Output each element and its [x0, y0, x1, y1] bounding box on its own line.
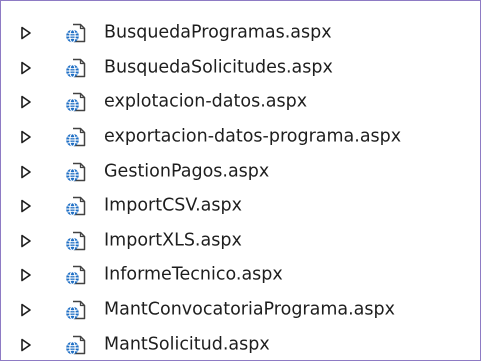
tree-item-label: GestionPagos.aspx — [104, 161, 270, 182]
tree-item-mantsolicitud-aspx[interactable]: MantSolicitud.aspx — [1, 327, 480, 360]
tree-item-label: BusquedaProgramas.aspx — [104, 22, 332, 43]
solution-explorer-panel: BusquedaProgramas.aspx BusquedaSolicitud… — [0, 0, 481, 361]
tree-item-label: ImportXLS.aspx — [104, 230, 242, 251]
tree-item-label: InformeTecnico.aspx — [104, 265, 283, 286]
expand-arrow-icon[interactable] — [20, 199, 32, 213]
tree-item-label: MantSolicitud.aspx — [104, 334, 270, 355]
tree-item-importxls-aspx[interactable]: ImportXLS.aspx — [1, 224, 480, 259]
tree-item-mantconvocatoriaprograma-aspx[interactable]: MantConvocatoriaPrograma.aspx — [1, 293, 480, 328]
tree-item-label: MantConvocatoriaPrograma.aspx — [104, 299, 395, 320]
aspx-web-form-icon — [66, 197, 86, 217]
expand-arrow-icon[interactable] — [20, 95, 32, 109]
tree-item-label: BusquedaSolicitudes.aspx — [104, 57, 333, 78]
tree-item-label: ImportCSV.aspx — [104, 195, 242, 216]
expand-arrow-icon[interactable] — [20, 61, 32, 75]
aspx-web-form-icon — [66, 266, 86, 286]
aspx-web-form-icon — [66, 335, 86, 355]
aspx-web-form-icon — [66, 231, 86, 251]
aspx-web-form-icon — [66, 300, 86, 320]
aspx-web-form-icon — [66, 93, 86, 113]
aspx-web-form-icon — [66, 24, 86, 44]
expand-arrow-icon[interactable] — [20, 338, 32, 352]
tree-item-explotacion-datos-aspx[interactable]: explotacion-datos.aspx — [1, 85, 480, 120]
tree-item-informetecnico-aspx[interactable]: InformeTecnico.aspx — [1, 258, 480, 293]
expand-arrow-icon[interactable] — [20, 303, 32, 317]
file-tree: BusquedaProgramas.aspx BusquedaSolicitud… — [1, 16, 480, 360]
expand-arrow-icon[interactable] — [20, 26, 32, 40]
tree-item-exportacion-datos-programa-aspx[interactable]: exportacion-datos-programa.aspx — [1, 120, 480, 155]
expand-arrow-icon[interactable] — [20, 130, 32, 144]
expand-arrow-icon[interactable] — [20, 268, 32, 282]
tree-item-label: exportacion-datos-programa.aspx — [104, 126, 402, 147]
aspx-web-form-icon — [66, 127, 86, 147]
aspx-web-form-icon — [66, 162, 86, 182]
tree-item-gestionpagos-aspx[interactable]: GestionPagos.aspx — [1, 154, 480, 189]
tree-item-importcsv-aspx[interactable]: ImportCSV.aspx — [1, 189, 480, 224]
tree-item-busquedasolicitudes-aspx[interactable]: BusquedaSolicitudes.aspx — [1, 51, 480, 86]
aspx-web-form-icon — [66, 58, 86, 78]
expand-arrow-icon[interactable] — [20, 165, 32, 179]
tree-item-busquedaprogramas-aspx[interactable]: BusquedaProgramas.aspx — [1, 16, 480, 51]
expand-arrow-icon[interactable] — [20, 234, 32, 248]
tree-item-label: explotacion-datos.aspx — [104, 92, 308, 113]
